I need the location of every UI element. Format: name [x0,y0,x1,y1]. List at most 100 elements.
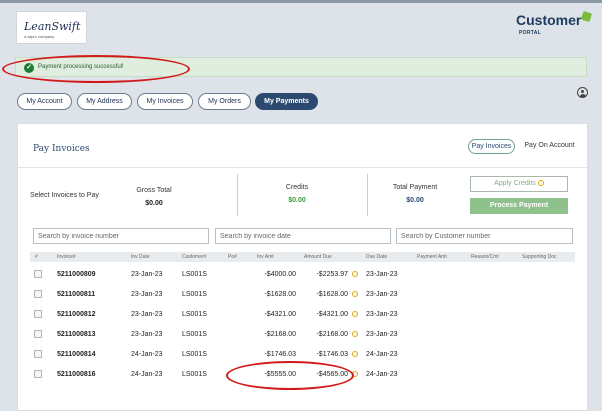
row-checkbox[interactable] [34,370,42,378]
cell-inv-amt: -$1746.03 [264,351,296,358]
search-customer-number[interactable] [396,228,573,244]
cell-inv-amt: -$1628.00 [264,291,296,298]
cell-customer: LS001S [182,291,207,298]
cell-amount-due: -$2253.97 [316,271,348,278]
select-invoices-label: Select Invoices to Pay [30,192,99,199]
cell-due-date: 23-Jan-23 [366,271,398,278]
cell-inv-amt: -$4000.00 [264,271,296,278]
row-checkbox[interactable] [34,290,42,298]
total-payment-label: Total Payment [392,184,438,191]
cell-due-date: 23-Jan-23 [366,291,398,298]
search-customer-number-input[interactable] [397,229,572,243]
total-payment-value: $0.00 [406,197,424,204]
col-payment-amt: Payment Amt [417,254,447,260]
apply-credits-button[interactable]: Apply Credits [470,176,568,192]
coin-icon[interactable] [352,351,358,357]
row-checkbox[interactable] [34,270,42,278]
cell-invoice: 5211000812 [57,311,96,318]
search-invoice-date[interactable] [215,228,391,244]
summary-separator [367,174,368,216]
tab-my-payments[interactable]: My Payments [255,93,318,110]
table-row: 5211000811 23-Jan-23 LS001S -$1628.00 -$1628… [30,284,575,304]
cell-customer: LS001S [182,311,207,318]
user-circle-icon[interactable] [577,87,588,98]
cell-customer: LS001S [182,331,207,338]
coin-icon [537,180,544,186]
col-index: # [35,254,38,260]
cell-inv-amt: -$2168.00 [264,331,296,338]
cell-due-date: 24-Jan-23 [366,371,398,378]
cell-invoice: 5211000813 [57,331,96,338]
summary-separator [237,174,238,216]
cell-customer: LS001S [182,371,207,378]
cell-inv-date: 24-Jan-23 [131,371,163,378]
tab-my-invoices[interactable]: My Invoices [137,93,193,110]
cell-inv-date: 23-Jan-23 [131,331,163,338]
gross-total-label: Gross Total [136,187,172,194]
search-invoice-number-input[interactable] [34,229,208,243]
col-amount-due: Amount Due [304,254,332,260]
cell-invoice: 5211000816 [57,371,96,378]
pay-on-account-button[interactable]: Pay On Account [522,139,577,154]
user-body-shape [579,93,586,97]
row-checkbox[interactable] [34,310,42,318]
tab-my-account[interactable]: My Account [17,93,72,110]
panel-divider [18,167,587,168]
customer-portal-brand: Customer [516,12,582,28]
coin-icon[interactable] [352,271,358,277]
cell-inv-date: 23-Jan-23 [131,291,163,298]
cell-amount-due: -$2168.00 [316,331,348,338]
brand-leaf-icon [580,10,593,23]
cell-invoice: 5211000811 [57,291,96,298]
annotation-ellipse-amounts [226,361,354,390]
cell-amount-due: -$1628.00 [316,291,348,298]
table-row: 5211000809 23-Jan-23 LS001S -$4000.00 -$2253… [30,264,575,284]
credits-value: $0.00 [288,197,306,204]
coin-icon[interactable] [352,311,358,317]
credits-label: Credits [285,184,309,191]
cell-inv-date: 23-Jan-23 [131,311,163,318]
cell-inv-date: 24-Jan-23 [131,351,163,358]
cell-invoice: 5211000814 [57,351,96,358]
search-invoice-date-input[interactable] [216,229,390,243]
logo-name: LeanSwift [24,20,81,33]
process-payment-button[interactable]: Process Payment [470,198,568,214]
tab-my-address[interactable]: My Address [77,93,132,110]
pay-invoices-button[interactable]: Pay Invoices [468,139,515,154]
coin-icon[interactable] [352,291,358,297]
cell-due-date: 23-Jan-23 [366,331,398,338]
annotation-ellipse-alert [2,55,190,83]
col-inv-amt: Inv Amt [257,254,274,260]
gross-total-value: $0.00 [145,200,163,207]
row-checkbox[interactable] [34,330,42,338]
cell-inv-amt: -$4321.00 [264,311,296,318]
cell-due-date: 23-Jan-23 [366,311,398,318]
col-customer: Customer# [182,254,207,260]
tab-my-orders[interactable]: My Orders [198,93,251,110]
leanswift-logo: LeanSwift a wipro company [16,11,87,44]
cell-customer: LS001S [182,351,207,358]
cell-inv-date: 23-Jan-23 [131,271,163,278]
user-head-shape [581,89,584,93]
col-inv-date: Inv Date [131,254,150,260]
table-header: # Invoice# Inv Date Customer# Po# Inv Am… [30,252,575,262]
cell-amount-due: -$1746.03 [316,351,348,358]
cell-amount-due: -$4321.00 [316,311,348,318]
col-due-date: Due Date [366,254,388,260]
table-row: 5211000813 23-Jan-23 LS001S -$2168.00 -$2168… [30,324,575,344]
apply-credits-label: Apply Credits [494,180,536,187]
logo-tagline: a wipro company [24,34,55,39]
brand-portal-label: PORTAL [519,30,541,36]
cell-invoice: 5211000809 [57,271,96,278]
col-invoice: Invoice# [57,254,76,260]
col-reason: Reason/Cmt [471,254,499,260]
col-po: Po# [228,254,237,260]
page-top-bar [0,0,602,3]
page-title: Pay Invoices [33,144,90,154]
table-row: 5211000812 23-Jan-23 LS001S -$4321.00 -$4321… [30,304,575,324]
cell-due-date: 24-Jan-23 [366,351,398,358]
search-invoice-number[interactable] [33,228,209,244]
cell-customer: LS001S [182,271,207,278]
row-checkbox[interactable] [34,350,42,358]
coin-icon[interactable] [352,331,358,337]
